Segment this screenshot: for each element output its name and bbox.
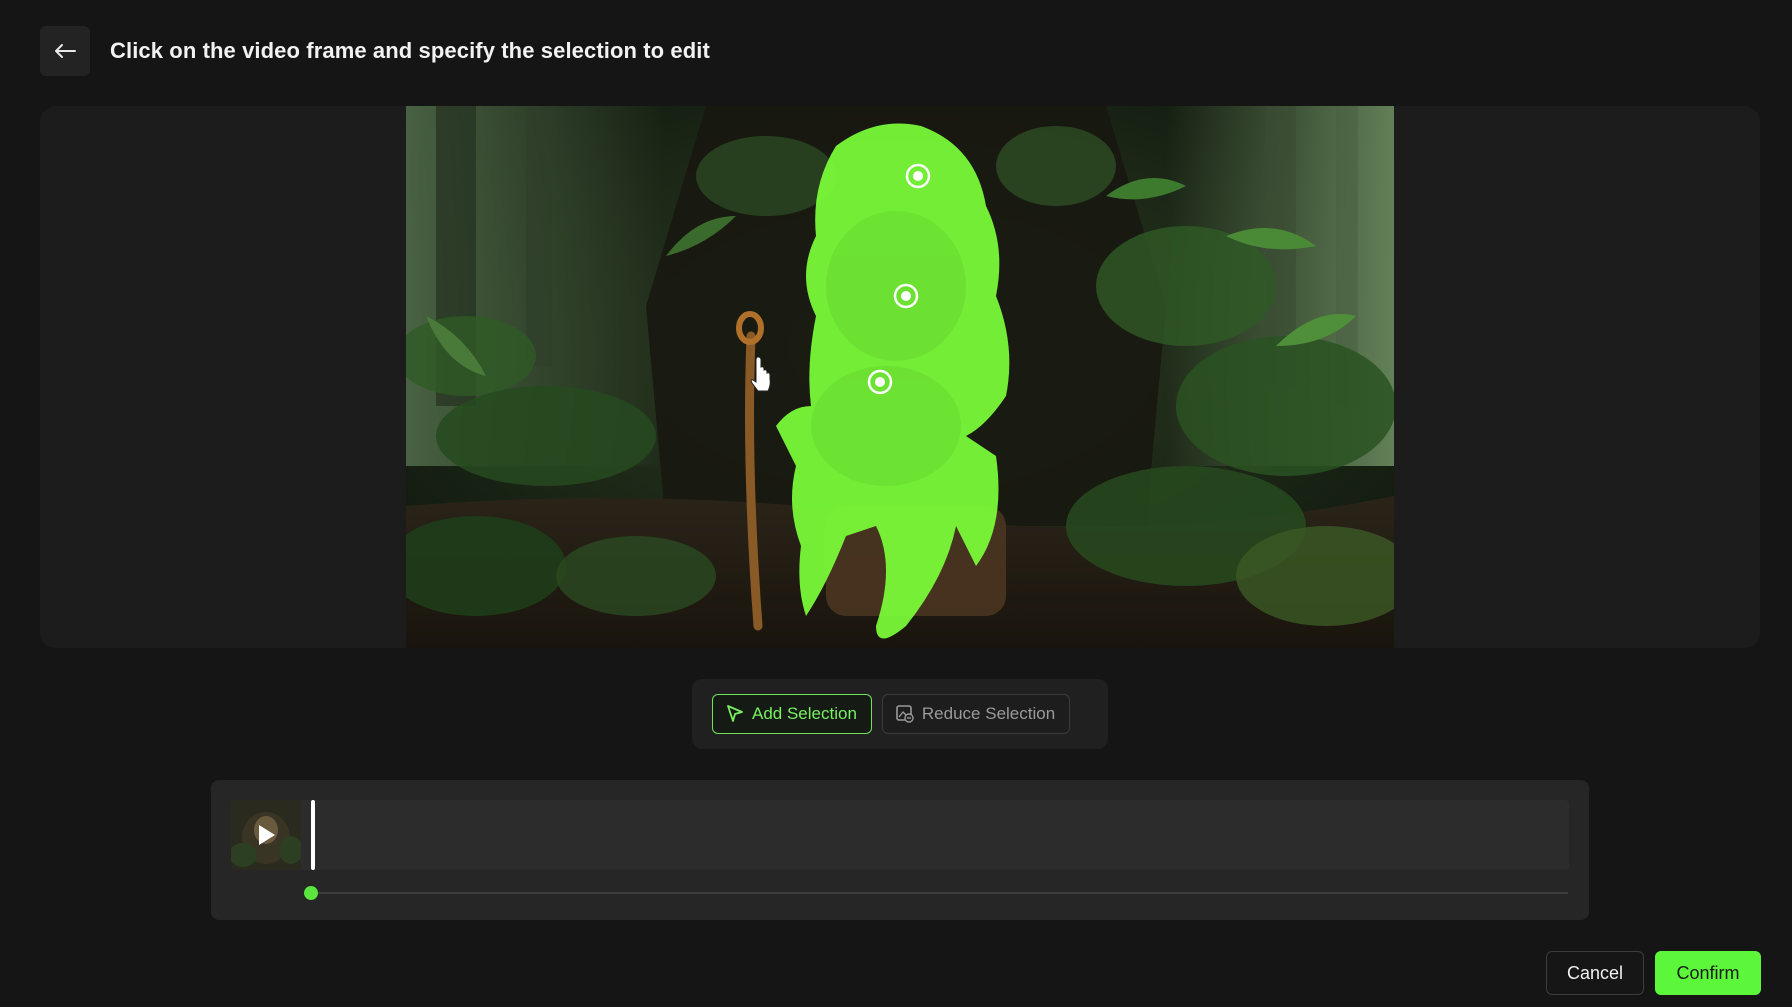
selection-editor-page: Click on the video frame and specify the… [0,0,1792,1007]
timeline-panel [211,780,1589,920]
video-canvas-panel [40,106,1760,648]
reduce-selection-label: Reduce Selection [921,704,1056,723]
image-edit-icon [896,705,914,723]
timeline-track[interactable] [231,800,1569,870]
cursor-arrow-icon [727,705,743,722]
progress-knob[interactable] [304,886,318,900]
thumbnail-image [231,800,301,870]
reduce-selection-button[interactable]: Reduce Selection [881,694,1071,734]
video-frame-image [406,106,1394,648]
video-frame[interactable] [406,106,1394,648]
add-selection-label: Add Selection [752,704,857,723]
progress-track[interactable] [311,892,1568,894]
page-title: Click on the video frame and specify the… [110,38,710,63]
header: Click on the video frame and specify the… [40,26,710,76]
selection-toolbar: Add Selection Reduce Selection [692,679,1108,749]
cancel-button[interactable]: Cancel [1546,951,1644,995]
arrow-left-icon [55,44,76,58]
confirm-button[interactable]: Confirm [1655,951,1761,995]
video-thumbnail[interactable] [231,800,301,870]
playhead[interactable] [311,800,315,870]
add-selection-button[interactable]: Add Selection [712,694,872,734]
back-button[interactable] [40,26,90,76]
